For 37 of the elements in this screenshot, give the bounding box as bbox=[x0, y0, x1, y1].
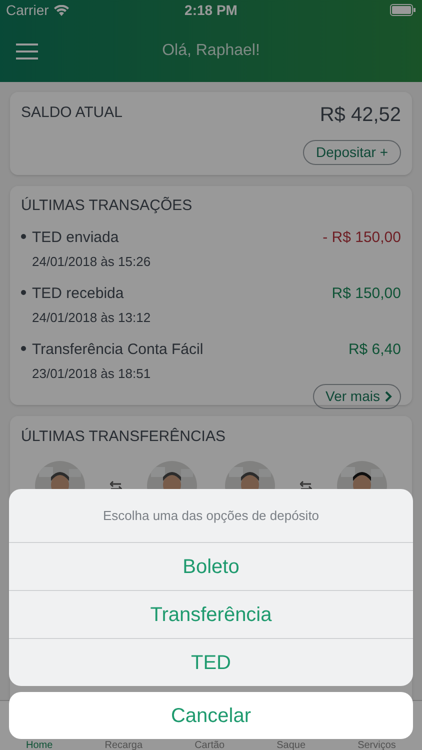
deposit-option[interactable]: Boleto bbox=[9, 542, 413, 590]
transaction-name: Transferência Conta Fácil bbox=[32, 340, 204, 360]
transaction-date: 24/01/2018 às 15:26 bbox=[32, 253, 151, 271]
transaction-name: TED recebida bbox=[32, 284, 125, 304]
bullet-icon bbox=[21, 290, 26, 294]
tab-item[interactable]: Recarga bbox=[104, 741, 143, 750]
battery-icon bbox=[390, 4, 416, 16]
tab-item[interactable]: Home bbox=[26, 741, 53, 750]
action-sheet-title: Escolha uma das opções de depósito bbox=[102, 506, 320, 525]
carrier-text: Carrier bbox=[6, 0, 49, 20]
header-title: Olá, Raphael! bbox=[162, 41, 260, 61]
balance-amount: R$ 42,52 bbox=[320, 103, 401, 128]
balance-label: SALDO ATUAL bbox=[21, 103, 122, 123]
bullet-icon bbox=[21, 234, 26, 238]
see-more-button[interactable]: Ver mais bbox=[312, 384, 401, 408]
swap-arrows-icon bbox=[300, 481, 312, 492]
bullet-icon bbox=[21, 346, 26, 350]
wifi-icon bbox=[54, 4, 69, 16]
transaction-amount: - R$ 150,00 bbox=[322, 228, 401, 248]
section-title: ÚLTIMAS TRANSAÇÕES bbox=[21, 196, 194, 216]
transaction-date: 23/01/2018 às 18:51 bbox=[32, 365, 152, 383]
chevron-right-icon bbox=[385, 390, 392, 402]
cancel-button[interactable]: Cancelar bbox=[9, 692, 413, 739]
swap-arrows-icon bbox=[110, 481, 122, 492]
menu-icon[interactable] bbox=[16, 42, 38, 60]
transaction-amount: R$ 6,40 bbox=[348, 340, 401, 360]
transaction-date: 24/01/2018 às 13:12 bbox=[32, 309, 151, 327]
section-title: ÚLTIMAS TRANSFERÊNCIAS bbox=[21, 428, 226, 445]
deposit-option[interactable]: Transferência bbox=[9, 590, 413, 638]
tab-item[interactable]: Saque bbox=[276, 741, 306, 750]
deposit-option[interactable]: TED bbox=[9, 638, 413, 686]
clock-text: 2:18 PM bbox=[184, 0, 238, 20]
tab-item[interactable]: Cartão bbox=[194, 741, 225, 750]
transaction-name: TED enviada bbox=[32, 228, 120, 248]
transaction-amount: R$ 150,00 bbox=[332, 284, 401, 304]
deposit-button[interactable]: Depositar + bbox=[303, 140, 401, 165]
tab-item[interactable]: Serviços bbox=[358, 741, 396, 750]
